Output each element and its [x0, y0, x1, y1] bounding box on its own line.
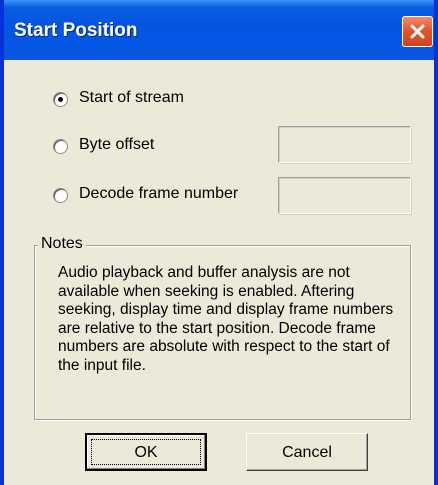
radio-label-byte-offset: Byte offset: [79, 136, 155, 153]
radio-button[interactable]: [53, 188, 68, 203]
ok-button[interactable]: OK: [85, 433, 207, 471]
frame-number-input[interactable]: [278, 177, 411, 214]
ok-button-label: OK: [134, 444, 158, 461]
radio-button[interactable]: [53, 92, 68, 107]
radio-label-decode-frame-number: Decode frame number: [79, 185, 239, 202]
radio-button[interactable]: [53, 139, 68, 154]
radio-selected-dot: [58, 97, 63, 102]
title-bar[interactable]: Start Position: [4, 0, 434, 60]
cancel-button-label: Cancel: [282, 444, 332, 461]
cancel-button[interactable]: Cancel: [246, 433, 368, 471]
window-title: Start Position: [14, 20, 138, 41]
close-button[interactable]: [402, 16, 433, 47]
notes-text: Audio playback and buffer analysis are n…: [58, 264, 394, 374]
radio-label-start-of-stream: Start of stream: [79, 89, 184, 106]
close-icon: [410, 24, 425, 39]
byte-offset-input[interactable]: [278, 126, 411, 163]
start-position-dialog: Start Position Start of stream Byte offs…: [0, 0, 438, 485]
notes-group-label: Notes: [38, 235, 86, 253]
